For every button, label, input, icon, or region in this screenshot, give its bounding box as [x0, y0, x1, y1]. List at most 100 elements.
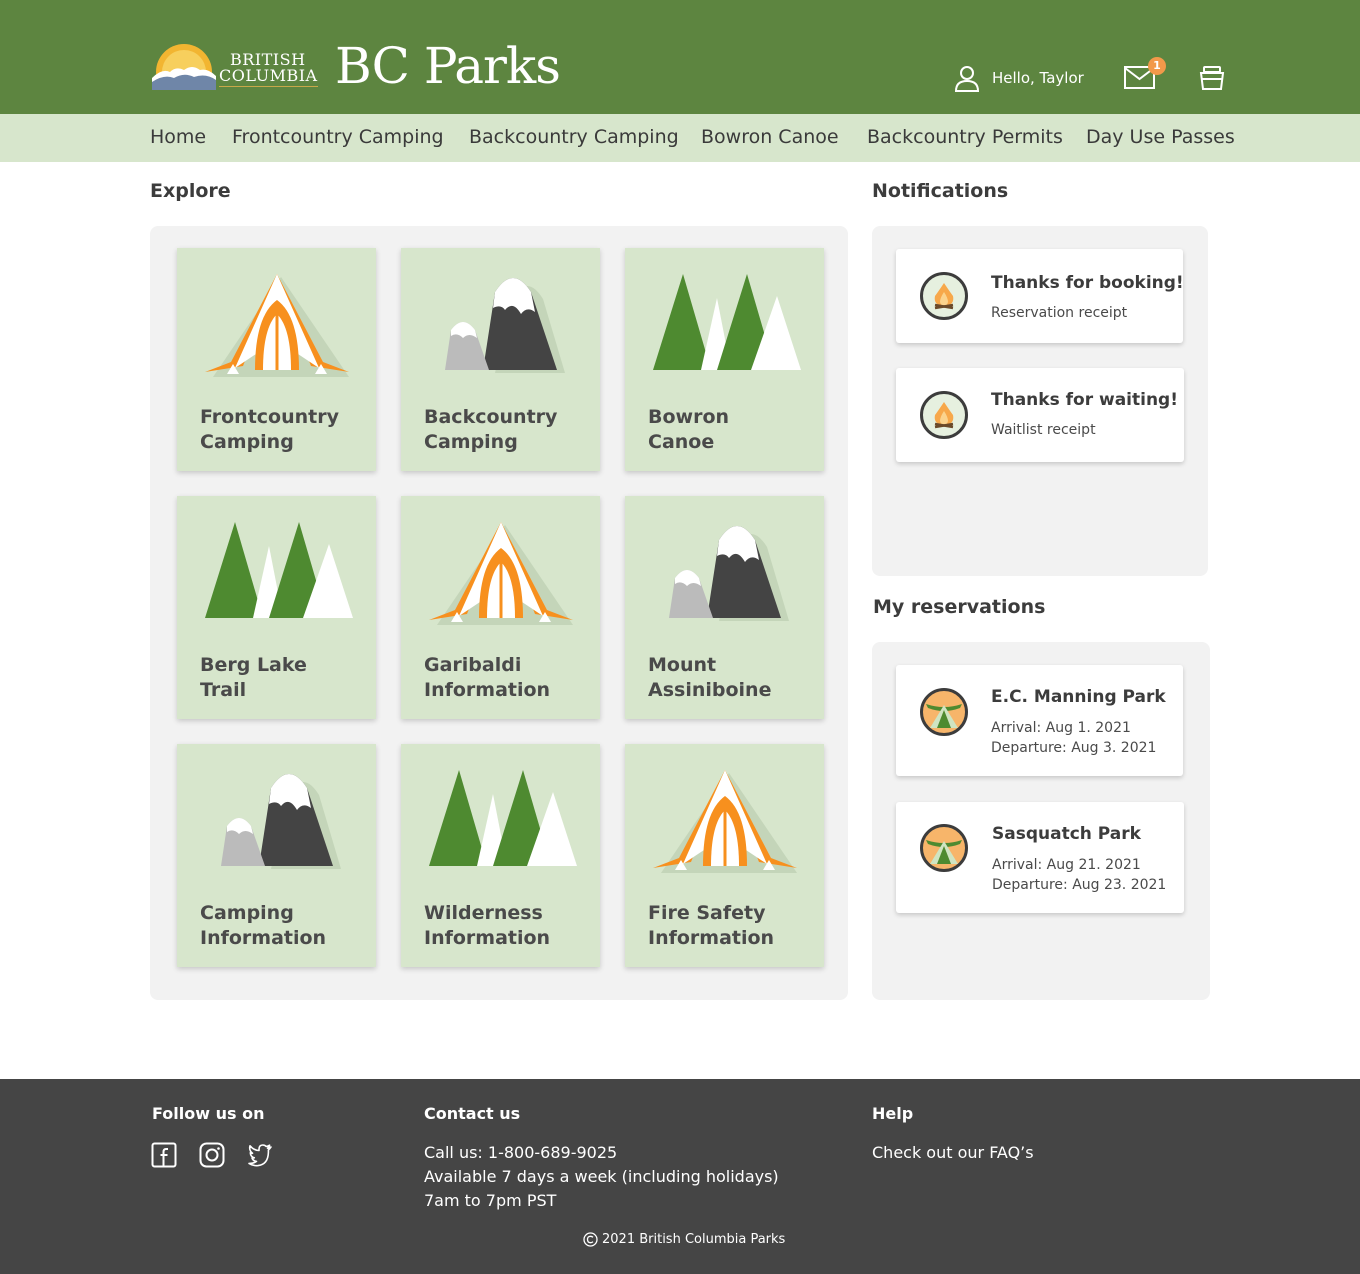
campfire-icon — [920, 272, 968, 320]
explore-tile[interactable]: Backcountry Camping — [401, 248, 600, 471]
tent-icon — [423, 518, 579, 628]
explore-tile-label-line2: Camping — [424, 431, 518, 453]
basket-icon — [1199, 66, 1225, 90]
explore-panel: Frontcountry Camping Backcountry Camping Bow… — [150, 226, 848, 1000]
user-icon — [954, 66, 980, 92]
main-nav: Home Frontcountry Camping Backcountry Ca… — [0, 114, 1360, 162]
explore-tile-label-line2: Information — [648, 927, 775, 949]
explore-tile-label: Wilderness Information — [424, 901, 589, 951]
bc-government-logo[interactable]: BRITISH COLUMBIA — [152, 42, 318, 90]
explore-tile[interactable]: Camping Information — [177, 744, 376, 967]
faq-link[interactable]: Check out our FAQ’s — [872, 1141, 1034, 1165]
explore-tile-label-line2: Information — [424, 679, 551, 701]
explore-tile-label-line1: Mount — [648, 654, 717, 676]
nav-day-use-passes[interactable]: Day Use Passes — [1086, 126, 1235, 148]
explore-tile[interactable]: Frontcountry Camping — [177, 248, 376, 471]
reservation-card[interactable]: Sasquatch Park Arrival: Aug 21. 2021 Dep… — [896, 802, 1184, 913]
reservation-park: E.C. Manning Park — [991, 687, 1166, 707]
reservation-departure: Departure: Aug 23. 2021 — [992, 877, 1167, 893]
reservations-panel: E.C. Manning Park Arrival: Aug 1. 2021 D… — [872, 642, 1210, 1000]
reservation-card[interactable]: E.C. Manning Park Arrival: Aug 1. 2021 D… — [896, 665, 1183, 776]
trees-icon — [199, 518, 355, 628]
explore-tile-label-line1: Bowron — [648, 406, 730, 428]
explore-tile-label-line2: Information — [200, 927, 327, 949]
nav-backcountry-permits[interactable]: Backcountry Permits — [867, 126, 1063, 148]
explore-tile-label-line1: Fire Safety — [648, 902, 766, 924]
nav-home[interactable]: Home — [150, 126, 206, 148]
tent-icon — [647, 766, 803, 876]
mail-badge: 1 — [1148, 57, 1166, 75]
mountain-icon — [199, 766, 355, 876]
notification-subtitle: Waitlist receipt — [991, 422, 1096, 438]
explore-tile-label: Berg Lake Trail — [200, 653, 365, 703]
explore-tile-label-line2: Trail — [200, 679, 247, 701]
follow-title: Follow us on — [152, 1104, 265, 1123]
reservation-arrival: Arrival: Aug 21. 2021 — [992, 857, 1141, 873]
user-greeting: Hello, Taylor — [992, 69, 1084, 87]
explore-tile-label: Garibaldi Information — [424, 653, 589, 703]
explore-tile-label-line1: Wilderness — [424, 902, 543, 924]
notifications-title: Notifications — [872, 180, 1009, 202]
tent-badge-icon — [920, 688, 968, 736]
mail-button[interactable]: 1 — [1124, 57, 1166, 90]
explore-tile-label-line1: Backcountry — [424, 406, 558, 428]
explore-tile[interactable]: Mount Assiniboine — [625, 496, 824, 719]
trees-icon — [647, 270, 803, 380]
notification-card[interactable]: Thanks for booking! Reservation receipt — [896, 249, 1184, 343]
reservation-park: Sasquatch Park — [992, 824, 1141, 844]
user-menu[interactable]: Hello, Taylor — [953, 63, 1084, 93]
reservations-title: My reservations — [873, 596, 1046, 618]
reservation-arrival: Arrival: Aug 1. 2021 — [991, 720, 1131, 736]
explore-tile-label-line2: Assiniboine — [648, 679, 772, 701]
explore-tile-label: Backcountry Camping — [424, 405, 589, 455]
explore-tile[interactable]: Fire Safety Information — [625, 744, 824, 967]
facebook-icon[interactable] — [151, 1142, 177, 1168]
explore-tile[interactable]: Wilderness Information — [401, 744, 600, 967]
explore-tile-label-line1: Frontcountry — [200, 406, 340, 428]
notification-title: Thanks for booking! — [991, 273, 1184, 293]
contact-phone[interactable]: Call us: 1-800-689-9025 — [424, 1141, 617, 1165]
explore-tile[interactable]: Berg Lake Trail — [177, 496, 376, 719]
explore-tile-label-line1: Camping — [200, 902, 294, 924]
site-title[interactable]: BC Parks — [335, 36, 561, 96]
explore-tile-label-line2: Information — [424, 927, 551, 949]
sunrise-icon — [152, 44, 216, 90]
explore-tile-label: Frontcountry Camping — [200, 405, 365, 455]
twitter-icon[interactable] — [247, 1142, 273, 1168]
explore-tile[interactable]: Garibaldi Information — [401, 496, 600, 719]
tent-icon — [199, 270, 355, 380]
nav-frontcountry-camping[interactable]: Frontcountry Camping — [232, 126, 444, 148]
notifications-panel: Thanks for booking! Reservation receipt … — [872, 226, 1208, 576]
cart-button[interactable] — [1199, 65, 1225, 91]
contact-title: Contact us — [424, 1104, 521, 1123]
explore-tile-label: Bowron Canoe — [648, 405, 813, 455]
explore-tile-label-line1: Garibaldi — [424, 654, 522, 676]
help-title: Help — [872, 1104, 914, 1123]
trees-icon — [423, 766, 579, 876]
explore-tile[interactable]: Bowron Canoe — [625, 248, 824, 471]
contact-hours: 7am to 7pm PST — [424, 1191, 557, 1210]
campfire-icon — [920, 391, 968, 439]
mountain-icon — [423, 270, 579, 380]
instagram-icon[interactable] — [199, 1142, 225, 1168]
copyright-text: 2021 British Columbia Parks — [602, 1232, 786, 1247]
nav-backcountry-camping[interactable]: Backcountry Camping — [469, 126, 679, 148]
explore-title: Explore — [150, 180, 231, 202]
reservation-departure: Departure: Aug 3. 2021 — [991, 740, 1157, 756]
tent-badge-icon — [920, 824, 968, 872]
nav-bowron-canoe[interactable]: Bowron Canoe — [701, 126, 839, 148]
site-footer: Follow us on Contact us Call us: 1-800-6… — [0, 1079, 1360, 1274]
explore-tile-label-line2: Camping — [200, 431, 294, 453]
explore-tile-label-line1: Berg Lake — [200, 654, 307, 676]
explore-tile-label-line2: Canoe — [648, 431, 715, 453]
logo-text-columbia: COLUMBIA — [219, 66, 318, 87]
copyright-icon — [583, 1232, 598, 1247]
notification-card[interactable]: Thanks for waiting! Waitlist receipt — [896, 368, 1184, 462]
explore-tile-label: Camping Information — [200, 901, 365, 951]
mountain-icon — [647, 518, 803, 628]
notification-title: Thanks for waiting! — [991, 390, 1178, 410]
copyright: 2021 British Columbia Parks — [583, 1232, 785, 1247]
contact-availability: Available 7 days a week (including holid… — [424, 1167, 779, 1186]
notification-subtitle: Reservation receipt — [991, 305, 1128, 321]
explore-tile-label: Mount Assiniboine — [648, 653, 813, 703]
